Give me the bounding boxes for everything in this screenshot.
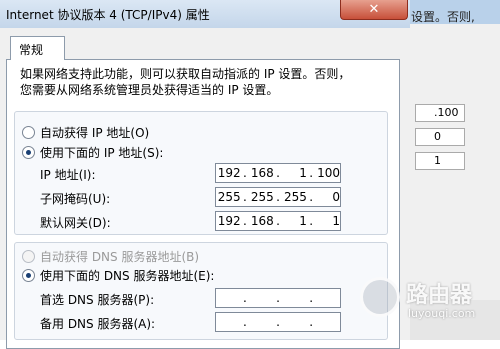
default-gateway-label: 默认网关(D): [40, 216, 111, 230]
background-field: 0 [415, 128, 465, 146]
intro-line-1: 如果网络支持此功能，则可以获取自动指派的 IP 设置。否则， [20, 67, 351, 81]
title-bar[interactable]: Internet 协议版本 4 (TCP/IPv4) 属性 ✕ [0, 0, 410, 28]
preferred-dns-label: 首选 DNS 服务器(P): [40, 293, 155, 307]
ip-octet[interactable]: 1 [315, 214, 340, 228]
close-icon: ✕ [368, 2, 380, 17]
tcpipv4-properties-dialog: Internet 协议版本 4 (TCP/IPv4) 属性 ✕ 常规 如果网络支… [0, 0, 410, 349]
subnet-mask-input[interactable]: 255. 255. 255. 0 [215, 187, 341, 207]
ip-octet[interactable]: 192 [216, 166, 241, 180]
ip-octet[interactable]: 255 [249, 190, 274, 204]
ip-octet[interactable]: 168 [249, 214, 274, 228]
manual-dns-radio[interactable] [22, 268, 35, 282]
subnet-mask-label: 子网掩码(U): [40, 192, 111, 206]
alternate-dns-input[interactable]: . . . [215, 312, 341, 332]
manual-ip-option[interactable]: 使用下面的 IP 地址(S): [22, 144, 163, 160]
ip-octet[interactable]: 255 [282, 190, 307, 204]
manual-ip-radio[interactable] [22, 145, 35, 159]
ip-octet[interactable]: 100 [315, 166, 340, 180]
ip-address-label: IP 地址(I): [40, 168, 96, 182]
ip-octet[interactable]: 1 [282, 214, 307, 228]
auto-ip-label: 自动获得 IP 地址(O) [40, 125, 150, 140]
manual-dns-label: 使用下面的 DNS 服务器地址(E): [40, 268, 215, 283]
auto-ip-option[interactable]: 自动获得 IP 地址(O) [22, 124, 149, 140]
default-gateway-input[interactable]: 192. 168. 1. 1 [215, 211, 341, 231]
ip-octet[interactable]: 1 [282, 166, 307, 180]
background-text: 设置。否则, [411, 10, 475, 24]
tab-general[interactable]: 常规 [10, 36, 65, 60]
watermark-url: luyouqi.com [408, 307, 476, 320]
preferred-dns-input[interactable]: . . . [215, 288, 341, 308]
manual-ip-label: 使用下面的 IP 地址(S): [40, 145, 164, 160]
ip-octet[interactable]: 255 [216, 190, 241, 204]
background-field: 1 [415, 152, 465, 170]
ip-octet[interactable]: 192 [216, 214, 241, 228]
manual-dns-option[interactable]: 使用下面的 DNS 服务器地址(E): [22, 267, 214, 283]
ip-octet[interactable]: 0 [315, 190, 340, 204]
auto-ip-radio[interactable] [22, 125, 35, 139]
window-title: Internet 协议版本 4 (TCP/IPv4) 属性 [6, 8, 210, 22]
router-logo-icon [360, 277, 400, 317]
dialog-body: 常规 如果网络支持此功能，则可以获取自动指派的 IP 设置。否则， 您需要从网络… [0, 28, 410, 349]
ip-address-input[interactable]: 192. 168. 1. 100 [215, 163, 341, 183]
auto-dns-option: 自动获得 DNS 服务器地址(B) [22, 248, 199, 264]
auto-dns-radio [22, 249, 35, 263]
watermark: 路由器 luyouqi.com [360, 275, 500, 335]
alternate-dns-label: 备用 DNS 服务器(A): [40, 317, 156, 331]
intro-text: 如果网络支持此功能，则可以获取自动指派的 IP 设置。否则， 您需要从网络系统管… [20, 66, 380, 98]
auto-dns-label: 自动获得 DNS 服务器地址(B) [40, 249, 200, 264]
background-field: .100 [415, 104, 465, 122]
ip-octet[interactable]: 168 [249, 166, 274, 180]
intro-line-2: 您需要从网络系统管理员处获得适当的 IP 设置。 [20, 83, 279, 97]
watermark-text: 路由器 [406, 283, 473, 308]
close-button[interactable]: ✕ [340, 0, 408, 20]
